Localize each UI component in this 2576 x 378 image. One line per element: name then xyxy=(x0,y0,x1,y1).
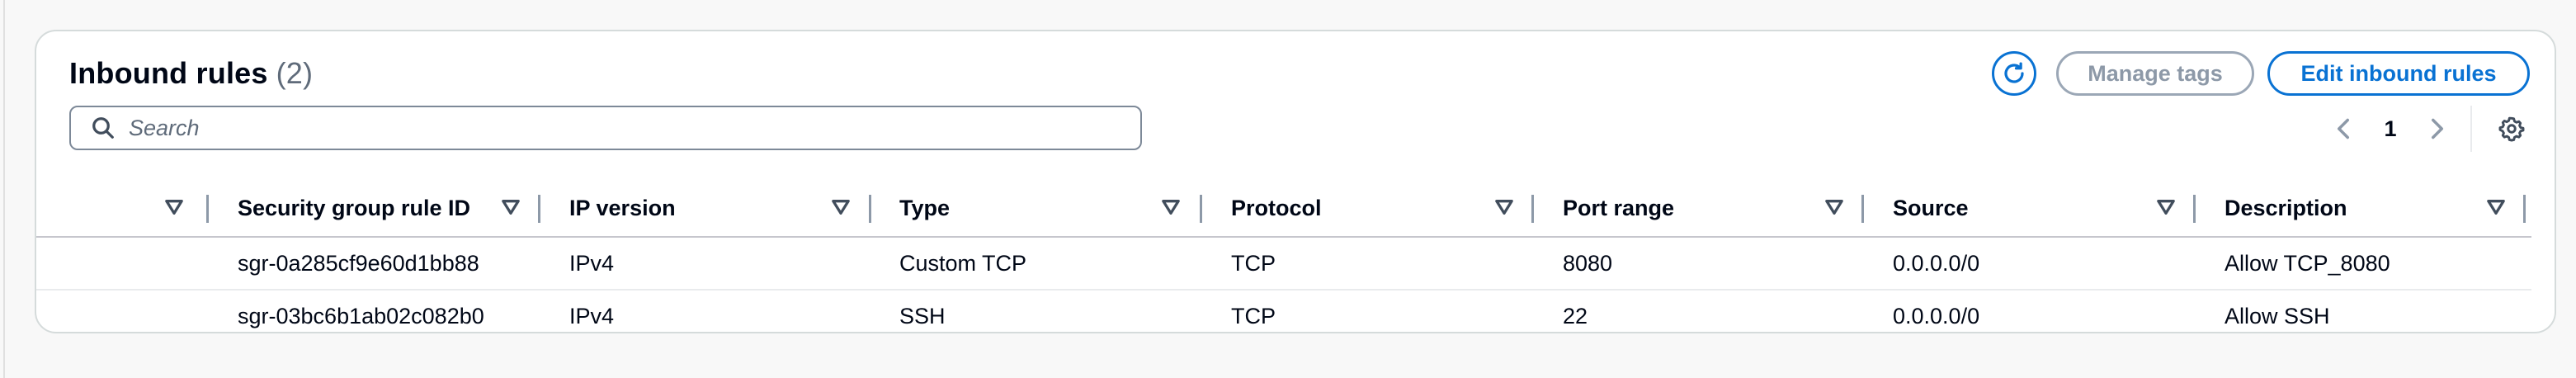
pagination-divider xyxy=(2470,106,2472,152)
column-resizer[interactable] xyxy=(2523,195,2526,223)
next-page-button[interactable] xyxy=(2421,112,2454,145)
cell-type: SSH xyxy=(899,303,946,328)
search-placeholder: Search xyxy=(129,115,200,140)
column-header-source[interactable]: Source xyxy=(1893,180,2190,236)
cell-rule-id: sgr-0a285cf9e60d1bb88 xyxy=(238,250,479,276)
page-frame: Inbound rules (2) Manage tags Edit inboun… xyxy=(3,0,2576,378)
sort-caret-icon xyxy=(165,200,183,215)
cell-type: Custom TCP xyxy=(899,250,1027,276)
cell-protocol: TCP xyxy=(1231,303,1276,328)
cell-port-range: 22 xyxy=(1563,303,1588,328)
cell-ip-version: IPv4 xyxy=(569,250,615,276)
table-header: Security group rule ID IP version Type P… xyxy=(36,180,2531,238)
refresh-icon xyxy=(2004,62,2024,83)
panel-title: Inbound rules (2) xyxy=(69,56,313,91)
column-label: Type xyxy=(899,195,951,220)
edit-inbound-rules-button[interactable]: Edit inbound rules xyxy=(2267,51,2530,96)
column-header-type[interactable]: Type xyxy=(899,180,1196,236)
panel-title-text: Inbound rules xyxy=(69,56,268,90)
cell-port-range: 8080 xyxy=(1563,250,1613,276)
cell-description: Allow TCP_8080 xyxy=(2225,250,2390,276)
column-resizer[interactable] xyxy=(206,195,209,223)
cell-protocol: TCP xyxy=(1231,250,1276,276)
column-label: Security group rule ID xyxy=(238,195,471,220)
sort-caret-icon xyxy=(832,200,850,215)
column-label: Protocol xyxy=(1231,195,1322,220)
manage-tags-button[interactable]: Manage tags xyxy=(2056,51,2254,96)
sort-caret-icon xyxy=(1825,200,1843,215)
sort-caret-icon xyxy=(2157,200,2175,215)
current-page-number[interactable]: 1 xyxy=(2376,112,2404,145)
cell-rule-id: sgr-03bc6b1ab02c082b0 xyxy=(238,303,484,328)
column-resizer[interactable] xyxy=(1861,195,1864,223)
table-row[interactable]: sgr-0a285cf9e60d1bb88 IPv4 Custom TCP TC… xyxy=(36,238,2531,291)
cell-description: Allow SSH xyxy=(2225,303,2330,328)
chevron-left-icon xyxy=(2338,118,2349,139)
column-header-port-range[interactable]: Port range xyxy=(1563,180,1860,236)
column-resizer[interactable] xyxy=(1531,195,1534,223)
cell-source: 0.0.0.0/0 xyxy=(1893,303,1980,328)
cell-ip-version: IPv4 xyxy=(569,303,615,328)
sort-caret-icon xyxy=(1495,200,1513,215)
previous-page-button[interactable] xyxy=(2327,112,2360,145)
gear-icon xyxy=(2498,116,2525,142)
column-header-ip-version[interactable]: IP version xyxy=(569,180,866,236)
inbound-rules-table: Security group rule ID IP version Type P… xyxy=(36,180,2531,332)
column-header-protocol[interactable]: Protocol xyxy=(1231,180,1528,236)
rule-count: (2) xyxy=(276,56,314,90)
sort-caret-icon xyxy=(1162,200,1180,215)
table-row[interactable]: sgr-03bc6b1ab02c082b0 IPv4 SSH TCP 22 0.… xyxy=(36,291,2531,332)
column-header-select[interactable] xyxy=(36,180,201,236)
sort-caret-icon xyxy=(502,200,520,215)
column-header-description[interactable]: Description xyxy=(2225,180,2522,236)
column-resizer[interactable] xyxy=(1200,195,1202,223)
sort-caret-icon xyxy=(2487,200,2505,215)
column-label: Source xyxy=(1893,195,1969,220)
column-label: IP version xyxy=(569,195,676,220)
chevron-right-icon xyxy=(2432,118,2443,139)
refresh-button[interactable] xyxy=(1992,51,2036,96)
cell-source: 0.0.0.0/0 xyxy=(1893,250,1980,276)
inbound-rules-panel: Inbound rules (2) Manage tags Edit inboun… xyxy=(35,30,2556,333)
column-resizer[interactable] xyxy=(538,195,540,223)
search-input[interactable]: Search xyxy=(69,106,1142,150)
column-header-rule-id[interactable]: Security group rule ID xyxy=(238,180,520,236)
preferences-button[interactable] xyxy=(2495,112,2528,145)
column-label: Port range xyxy=(1563,195,1675,220)
column-resizer[interactable] xyxy=(2193,195,2196,223)
column-resizer[interactable] xyxy=(869,195,871,223)
search-icon xyxy=(92,117,114,139)
column-label: Description xyxy=(2225,195,2347,220)
